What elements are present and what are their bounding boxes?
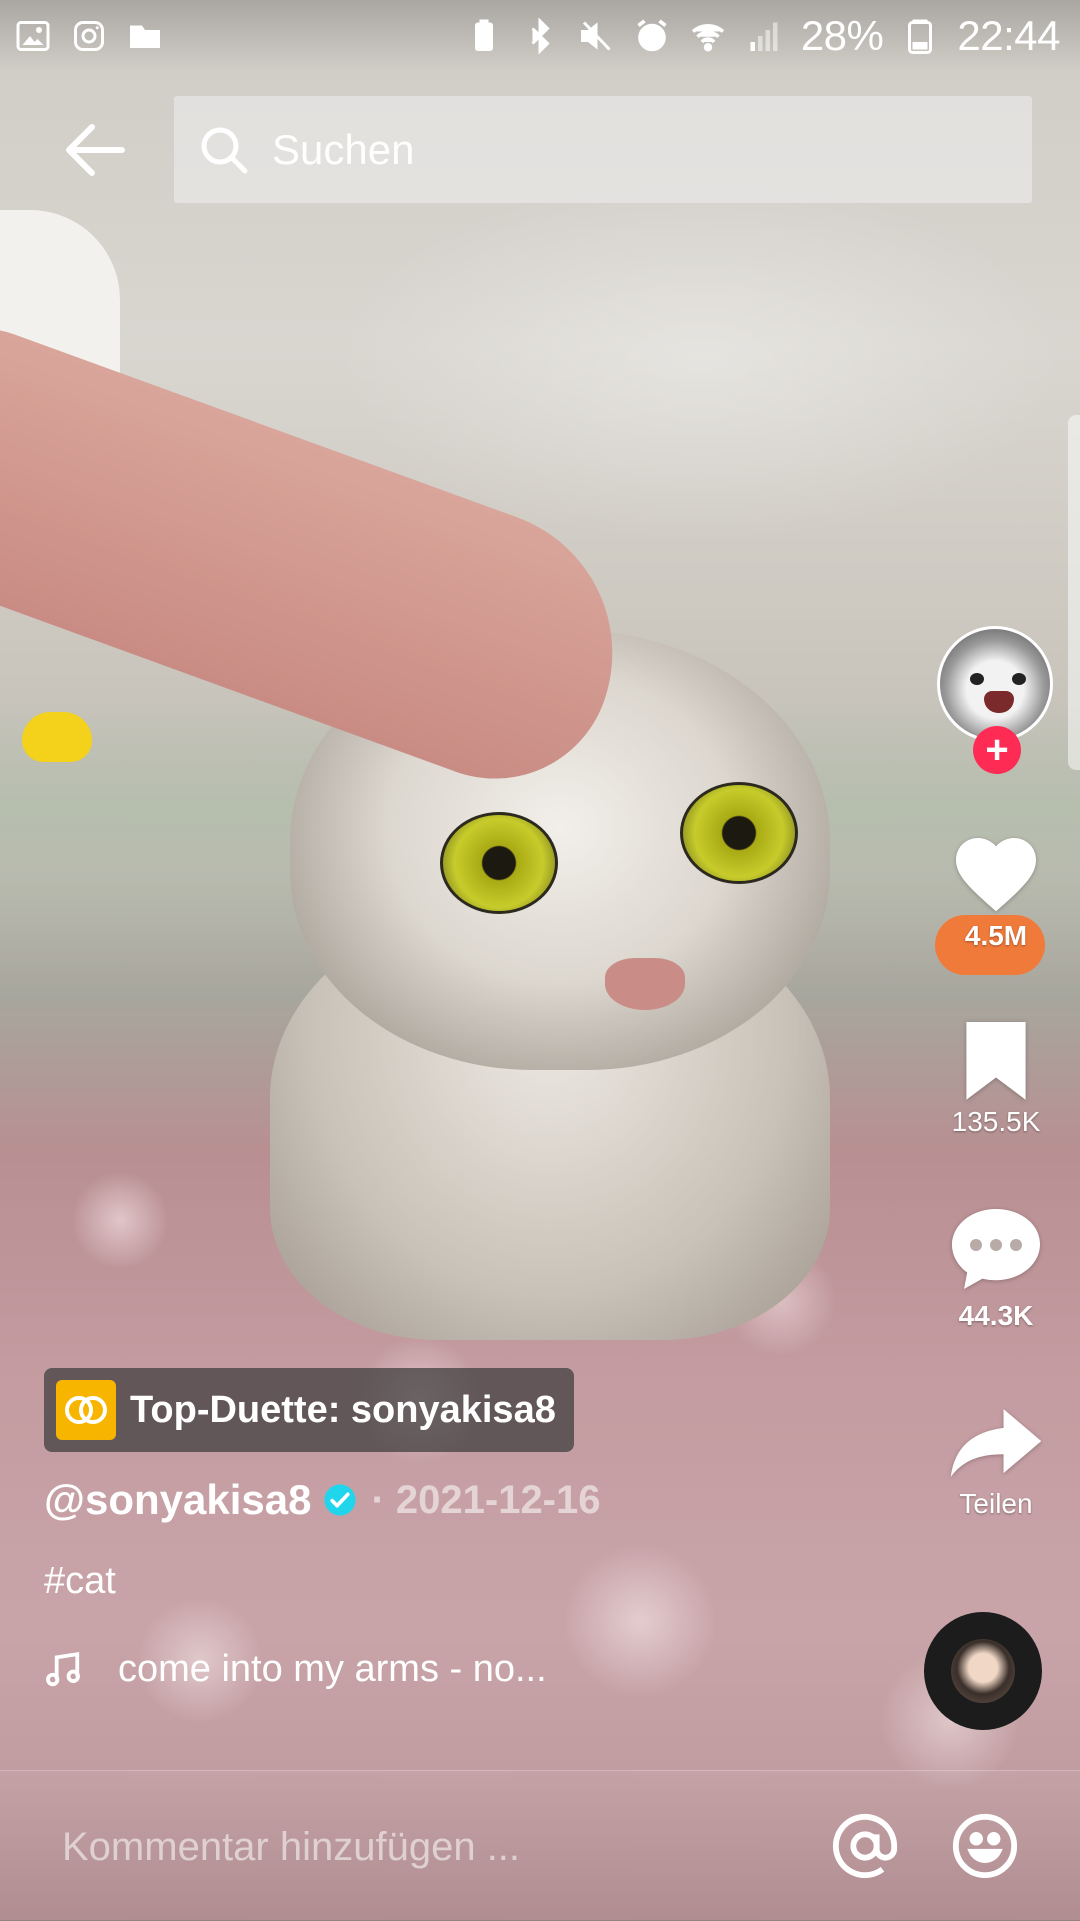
sound-cover-image	[951, 1639, 1015, 1703]
share-button[interactable]: Teilen	[940, 1404, 1052, 1520]
like-button[interactable]: 4.5M	[940, 826, 1052, 952]
at-sign-icon	[832, 1813, 898, 1879]
hashtag-link[interactable]: #cat	[44, 1560, 116, 1603]
author-row: @sonyakisa8 · 2021-12-16	[44, 1476, 601, 1524]
verified-badge-icon	[324, 1484, 357, 1516]
author-avatar[interactable]	[937, 626, 1053, 742]
bookmark-icon	[966, 1022, 1026, 1100]
battery-icon	[901, 17, 939, 55]
cat-nose	[605, 958, 685, 1010]
mention-button[interactable]	[830, 1811, 900, 1881]
share-arrow-icon	[950, 1409, 1042, 1477]
follow-button[interactable]: +	[973, 726, 1021, 774]
status-bar-left	[14, 17, 164, 55]
cat-eye-left	[440, 812, 558, 914]
gallery-icon	[14, 17, 52, 55]
clock: 22:44	[957, 12, 1060, 59]
heart-icon	[956, 838, 1036, 912]
duet-icon	[56, 1380, 116, 1440]
sound-title: come into my arms - no...	[118, 1648, 547, 1690]
battery-percent: 28%	[800, 12, 884, 59]
like-count: 4.5M	[964, 920, 1028, 951]
instagram-icon	[70, 17, 108, 55]
video-player[interactable]	[0, 0, 1080, 1920]
side-panel-handle[interactable]	[1068, 415, 1080, 770]
search-icon	[201, 127, 248, 173]
search-input[interactable]	[270, 124, 994, 175]
status-bar: 28% 22:44	[0, 0, 1080, 72]
comment-count: 44.3K	[958, 1300, 1034, 1331]
music-disc[interactable]	[924, 1612, 1042, 1730]
avatar-eye-right	[1012, 673, 1026, 685]
folder-icon	[126, 17, 164, 55]
comment-bubble-icon	[952, 1209, 1040, 1289]
post-date: · 2021-12-16	[371, 1477, 601, 1522]
arrow-left-icon	[66, 124, 125, 176]
music-note-icon	[46, 1651, 80, 1686]
comment-button[interactable]: 44.3K	[940, 1204, 1052, 1332]
plus-icon: +	[985, 728, 1009, 772]
signal-icon	[745, 17, 783, 55]
status-bar-right: 28% 22:44	[465, 12, 1060, 60]
rubber-duck	[22, 712, 92, 762]
author-username[interactable]: @sonyakisa8	[44, 1476, 311, 1524]
bluetooth-icon	[521, 17, 559, 55]
sound-link[interactable]: come into my arms - no...	[44, 1648, 547, 1691]
comment-bar	[0, 1770, 1080, 1921]
search-box[interactable]	[174, 96, 1032, 203]
save-button[interactable]: 135.5K	[940, 1018, 1052, 1138]
avatar-mouth	[984, 691, 1014, 713]
save-count: 135.5K	[951, 1106, 1041, 1137]
share-label: Teilen	[959, 1488, 1033, 1519]
battery-saver-icon	[465, 17, 503, 55]
back-button[interactable]	[50, 110, 140, 190]
top-duets-badge[interactable]: Top-Duette: sonyakisa8	[44, 1368, 574, 1452]
cat-eye-right	[680, 782, 798, 884]
avatar-eye-left	[970, 673, 984, 685]
mute-icon	[577, 17, 615, 55]
smiley-face-icon	[952, 1813, 1018, 1879]
comment-input[interactable]	[60, 1811, 764, 1883]
wifi-icon	[689, 17, 727, 55]
alarm-icon	[633, 17, 671, 55]
top-duets-label: Top-Duette: sonyakisa8	[130, 1388, 556, 1431]
emoji-button[interactable]	[950, 1811, 1020, 1881]
